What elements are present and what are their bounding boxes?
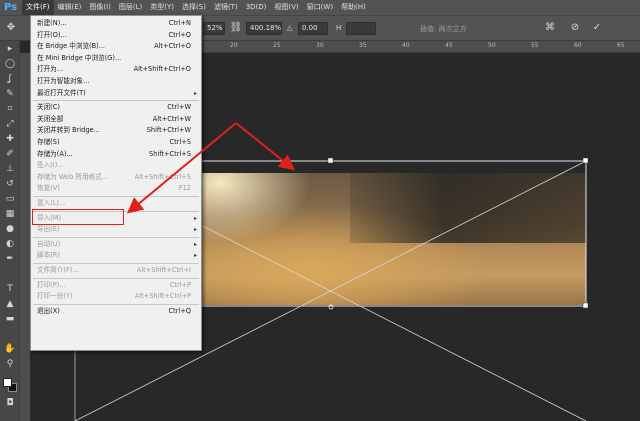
annotation-arrow <box>126 122 237 214</box>
annotation-arrows <box>126 122 296 214</box>
annotation-arrow <box>235 122 296 171</box>
